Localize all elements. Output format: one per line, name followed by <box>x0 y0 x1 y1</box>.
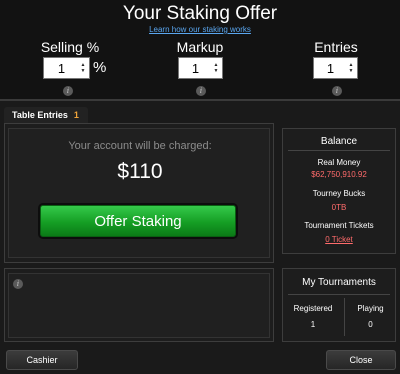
charged-label: Your account will be charged: <box>68 140 212 152</box>
my-tournaments-divider <box>288 294 390 295</box>
notes-inner <box>8 273 270 338</box>
header-divider <box>0 99 400 101</box>
cashier-button[interactable]: Cashier <box>6 350 78 370</box>
markup-stepper[interactable]: 1 ▲ ▼ <box>178 57 223 79</box>
tourney-bucks-label: Tourney Bucks <box>312 189 366 198</box>
real-money-value: $62,750,910.92 <box>311 170 367 179</box>
stepper-arrows[interactable]: ▲ ▼ <box>347 58 355 78</box>
playing-label: Playing <box>357 304 384 313</box>
selling-value: 1 <box>57 60 66 76</box>
stepper-arrows[interactable]: ▲ ▼ <box>79 58 87 78</box>
page-title: Your Staking Offer <box>122 3 278 24</box>
tourney-bucks-value: 0TB <box>331 203 347 212</box>
my-tournaments-title: My Tournaments <box>302 277 376 288</box>
entries-label: Entries <box>314 39 358 55</box>
balance-title: Balance <box>320 136 358 147</box>
spin-down-icon[interactable]: ▼ <box>81 68 86 74</box>
offer-staking-button[interactable]: Offer Staking <box>40 205 236 237</box>
real-money-label: Real Money <box>317 158 361 167</box>
info-icon[interactable]: i <box>196 86 206 96</box>
info-icon[interactable]: i <box>63 86 73 96</box>
selling-label: Selling % <box>40 39 100 55</box>
info-icon[interactable]: i <box>332 86 342 96</box>
registered-label: Registered <box>293 304 333 313</box>
registered-value: 1 <box>310 320 316 329</box>
stepper-arrows[interactable]: ▲ ▼ <box>212 58 220 78</box>
entries-stepper[interactable]: 1 ▲ ▼ <box>313 57 358 79</box>
tab-count: 1 <box>73 110 79 120</box>
close-button[interactable]: Close <box>326 350 396 370</box>
markup-label: Markup <box>176 39 224 55</box>
info-icon[interactable]: i <box>13 279 23 289</box>
markup-value: 1 <box>191 60 200 76</box>
balance-divider <box>288 150 390 151</box>
playing-value: 0 <box>368 320 373 329</box>
tourney-tickets-link[interactable]: 0 Ticket <box>282 235 396 244</box>
learn-staking-link[interactable]: Learn how our staking works <box>0 25 400 34</box>
tab-label: Table Entries <box>12 110 68 120</box>
percent-symbol: % <box>93 59 107 76</box>
spin-down-icon[interactable]: ▼ <box>214 68 219 74</box>
tourney-tickets-label: Tournament Tickets <box>304 221 374 230</box>
charged-amount: $110 <box>117 160 163 183</box>
entries-value: 1 <box>326 60 335 76</box>
spin-down-icon[interactable]: ▼ <box>349 68 354 74</box>
selling-stepper[interactable]: 1 ▲ ▼ <box>43 57 90 79</box>
tab-table-entries[interactable]: Table Entries 1 <box>4 107 88 123</box>
